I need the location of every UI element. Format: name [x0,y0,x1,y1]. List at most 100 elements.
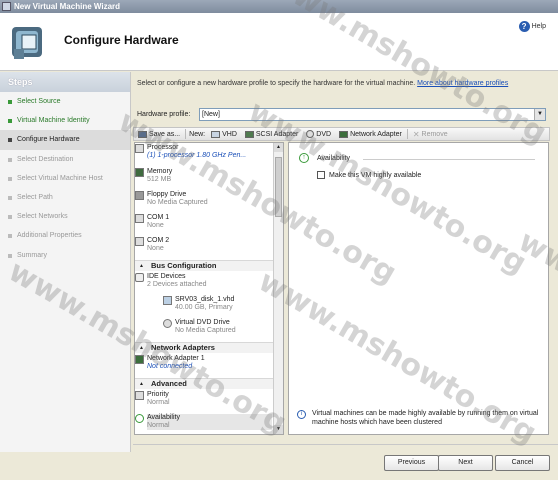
hw-com1-value: None [147,222,164,229]
hw-network-adapter-1[interactable]: Network Adapter 1 Not connected [135,355,272,371]
com-port-icon [135,214,144,223]
hw-ide-value: 2 Devices attached [147,281,207,288]
step-summary: Summary [0,246,130,265]
toolbar-separator [185,129,187,139]
window-title: New Virtual Machine Wizard [14,2,121,11]
help-link[interactable]: ? Help [518,21,546,32]
hw-com1-name: COM 1 [147,214,170,221]
step-select-networks: Select Networks [0,207,130,226]
availability-icon [135,414,144,423]
com-port-icon [135,237,144,246]
steps-panel: Steps Select Source Virtual Machine Iden… [0,72,131,452]
hardware-list-scrollbar[interactable]: ▲ ▼ [273,143,283,434]
save-as-button[interactable]: Save as... [134,130,184,138]
dvd-icon [306,130,315,138]
hw-com2[interactable]: COM 2 None [135,237,272,253]
hardware-list[interactable]: Processor (1) 1-processor 1.80 GHz Pen..… [134,142,284,435]
hw-nic-value: Not connected [147,363,193,370]
step-select-destination: Select Destination [0,150,130,169]
availability-icon: ↑ [299,153,309,163]
remove-icon: ✕ [412,129,420,139]
hw-priority[interactable]: Priority Normal [135,391,272,407]
step-additional-properties: Additional Properties [0,226,130,245]
hw-com2-value: None [147,245,164,252]
hw-processor-name: Processor [147,144,179,151]
hw-ide-name: IDE Devices [147,273,186,280]
scroll-up-icon[interactable]: ▲ [274,143,283,152]
hw-floppy-name: Floppy Drive [147,191,187,198]
step-virtual-machine-identity[interactable]: Virtual Machine Identity [0,111,130,130]
page-title: Configure Hardware [64,33,179,47]
section-network-adapters[interactable]: Network Adapters [135,342,274,353]
hw-vhd-disk[interactable]: SRV03_disk_1.vhd 40.00 GB, Primary [163,296,273,312]
cancel-button[interactable]: Cancel [495,455,550,471]
section-bus-configuration[interactable]: Bus Configuration [135,260,274,271]
ide-devices-icon [135,273,144,282]
hw-processor-value: (1) 1-processor 1.80 GHz Pen... [147,152,247,159]
new-network-adapter-button[interactable]: Network Adapter [335,130,406,138]
new-label: New: [189,130,206,138]
previous-button[interactable]: Previous [384,455,439,471]
new-scsi-adapter-button[interactable]: SCSI Adapter [241,130,302,138]
footer-divider [133,444,558,445]
info-icon: i [297,410,306,419]
intro-description: Select or configure a new hardware profi… [137,80,416,87]
remove-label: Remove [421,130,448,138]
scsi-adapter-icon [244,130,254,138]
help-label: Help [531,23,546,30]
scsi-label: SCSI Adapter [255,130,299,138]
availability-detail-panel: ↑ Availability Make this VM highly avail… [288,142,549,435]
next-button[interactable]: Next [438,455,493,471]
chevron-down-icon[interactable]: ▼ [534,109,545,120]
processor-icon [135,144,144,153]
section-advanced[interactable]: Advanced [135,378,274,389]
step-configure-hardware[interactable]: Configure Hardware [0,130,130,150]
hw-availability[interactable]: Availability Normal [135,414,272,430]
new-vhd-button[interactable]: VHD [207,130,241,138]
hw-dvd-value: No Media Captured [175,327,236,334]
hw-processor[interactable]: Processor (1) 1-processor 1.80 GHz Pen..… [135,144,272,160]
new-dvd-button[interactable]: DVD [302,130,335,138]
network-label: Network Adapter [350,130,402,138]
network-adapter-icon [339,130,349,138]
hw-floppy-value: No Media Captured [147,199,208,206]
window-titlebar: New Virtual Machine Wizard [0,0,558,13]
toolbar-separator [406,129,408,139]
hw-nic-name: Network Adapter 1 [147,355,205,362]
highly-available-label: Make this VM highly available [329,171,422,179]
dvd-label: DVD [316,130,332,138]
hardware-profile-select[interactable]: [New] ▼ [199,108,546,121]
hw-priority-name: Priority [147,391,169,398]
remove-button[interactable]: ✕ Remove [409,130,452,139]
floppy-icon [135,191,144,200]
highly-available-checkbox[interactable]: Make this VM highly available [317,171,421,179]
hw-com2-name: COM 2 [147,237,170,244]
steps-title: Steps [0,72,130,92]
wizard-header: Configure Hardware ? Help [0,13,558,71]
hw-ide-devices[interactable]: IDE Devices 2 Devices attached [135,273,272,289]
network-adapter-icon [135,355,144,364]
hardware-toolbar: Save as... New: VHD SCSI Adapter DVD Net… [133,127,550,141]
scroll-down-icon[interactable]: ▼ [274,425,283,434]
hw-availability-name: Availability [147,414,180,421]
hardware-profile-label: Hardware profile: [137,111,191,118]
more-about-profiles-link[interactable]: More about hardware profiles [417,80,508,87]
hw-virtual-dvd[interactable]: Virtual DVD Drive No Media Captured [163,319,273,335]
app-icon [2,2,11,11]
availability-note: i Virtual machines can be made highly av… [297,409,545,427]
hardware-profile-value: [New] [202,111,220,118]
save-as-label: Save as... [149,130,181,138]
hw-floppy[interactable]: Floppy Drive No Media Captured [135,191,272,207]
scrollbar-thumb[interactable] [275,157,282,217]
availability-heading: ↑ Availability [299,153,350,163]
step-select-host: Select Virtual Machine Host [0,169,130,188]
availability-note-text: Virtual machines can be made highly avai… [312,410,539,426]
step-select-source[interactable]: Select Source [0,92,130,111]
heading-rule [363,159,535,160]
vhd-icon [211,130,221,138]
hw-com1[interactable]: COM 1 None [135,214,272,230]
memory-icon [135,168,144,177]
hw-memory[interactable]: Memory 512 MB [135,168,272,184]
vhd-label: VHD [222,130,237,138]
checkbox-box[interactable] [317,171,325,179]
